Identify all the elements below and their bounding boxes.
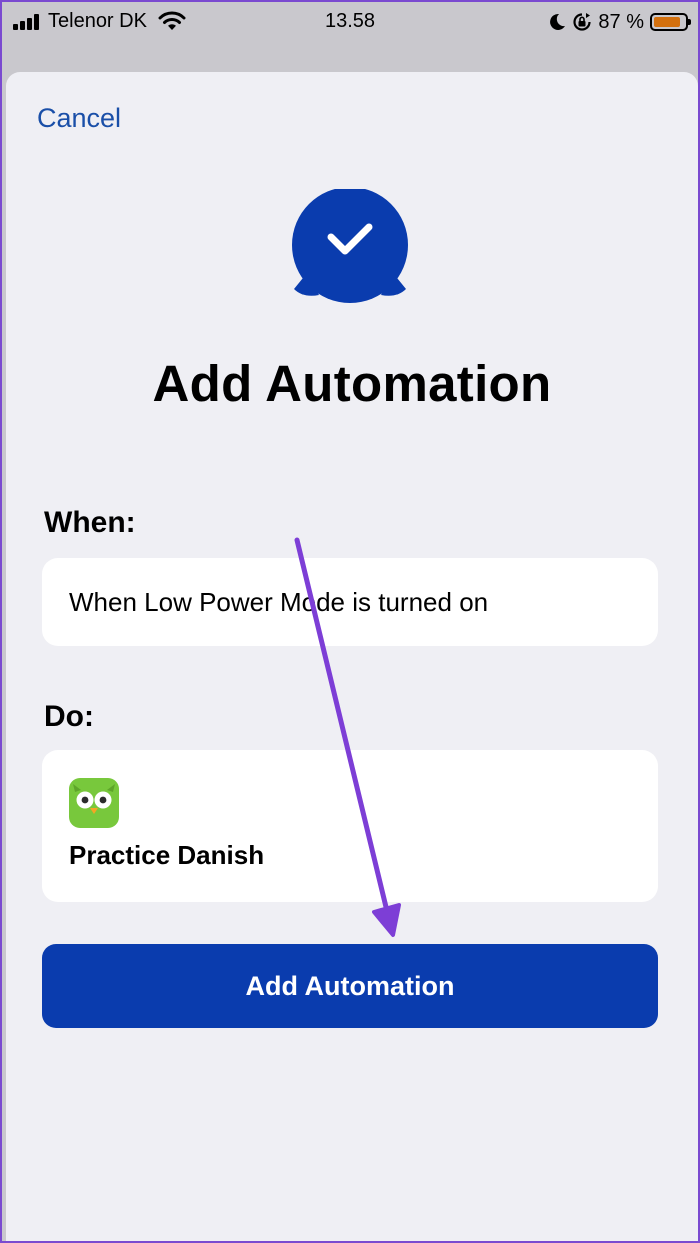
do-label: Do:: [44, 700, 94, 733]
moon-icon: [550, 13, 566, 30]
add-automation-button[interactable]: Add Automation: [42, 944, 658, 1028]
status-bar: Telenor DK 13.58 87 %: [2, 2, 698, 46]
action-name: Practice Danish: [69, 840, 265, 870]
screenshot-frame: Telenor DK 13.58 87 % Cancel Add Automat…: [0, 0, 700, 1243]
duolingo-owl-icon: [69, 778, 119, 828]
add-automation-sheet: Cancel Add Automation When: When Low Pow…: [6, 72, 698, 1241]
action-card[interactable]: Practice Danish: [42, 750, 658, 902]
cancel-button[interactable]: Cancel: [37, 103, 121, 134]
page-title: Add Automation: [152, 355, 552, 412]
rotation-lock-icon: [573, 13, 592, 31]
automation-check-icon: [292, 189, 408, 303]
trigger-card[interactable]: When Low Power Mode is turned on: [42, 558, 658, 646]
battery-level-fill: [654, 17, 681, 27]
trigger-text: When Low Power Mode is turned on: [69, 587, 489, 617]
when-label: When:: [44, 506, 136, 539]
battery-percent: 87 %: [598, 10, 644, 33]
status-right-group: 87 %: [548, 8, 691, 36]
battery-icon: [650, 13, 691, 31]
